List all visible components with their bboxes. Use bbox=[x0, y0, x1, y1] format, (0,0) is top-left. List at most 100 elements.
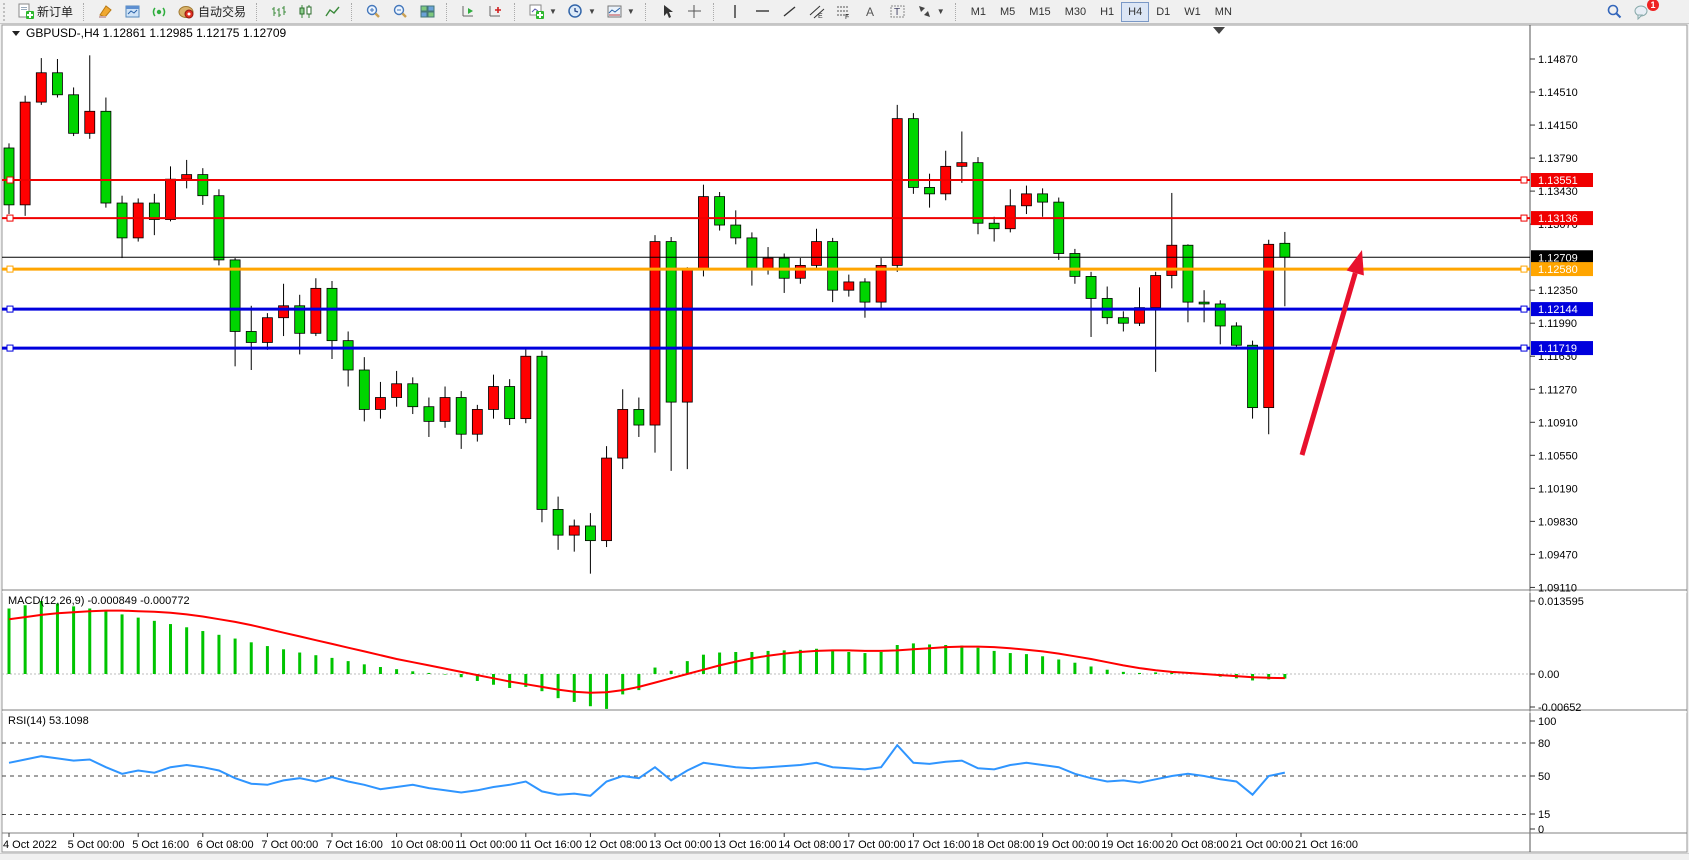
tab-timeframe-d1[interactable]: D1 bbox=[1149, 2, 1177, 22]
svg-text:50: 50 bbox=[1538, 771, 1550, 783]
svg-text:1.11990: 1.11990 bbox=[1538, 318, 1577, 330]
bars-icon bbox=[270, 3, 287, 20]
separator bbox=[446, 3, 452, 21]
chart-svg: GBPUSD-,H4 1.12861 1.12985 1.12175 1.127… bbox=[0, 24, 1689, 854]
line-chart-button[interactable] bbox=[319, 2, 346, 22]
svg-text:20 Oct 08:00: 20 Oct 08:00 bbox=[1166, 839, 1229, 851]
svg-text:1.13136: 1.13136 bbox=[1538, 213, 1578, 225]
tab-timeframe-m1[interactable]: M1 bbox=[964, 2, 993, 22]
macd-label: MACD(12,26,9) -0.000849 -0.000772 bbox=[8, 595, 190, 607]
svg-text:-0.00652: -0.00652 bbox=[1538, 702, 1581, 714]
crosshair-icon bbox=[686, 3, 703, 20]
equidistant-channel-icon: E bbox=[808, 3, 825, 20]
tab-timeframe-h1[interactable]: H1 bbox=[1093, 2, 1121, 22]
symbol-title: GBPUSD-,H4 1.12861 1.12985 1.12175 1.127… bbox=[26, 26, 287, 40]
svg-text:1.10550: 1.10550 bbox=[1538, 450, 1578, 462]
tab-timeframe-w1[interactable]: W1 bbox=[1177, 2, 1208, 22]
autoscroll-button[interactable] bbox=[455, 2, 482, 22]
svg-text:1.12580: 1.12580 bbox=[1538, 264, 1578, 276]
svg-text:14 Oct 08:00: 14 Oct 08:00 bbox=[778, 839, 841, 851]
hline-button[interactable] bbox=[749, 2, 776, 22]
crosshair-button[interactable] bbox=[681, 2, 708, 22]
bar-chart-button[interactable] bbox=[265, 2, 292, 22]
fibonacci-button[interactable]: F bbox=[830, 2, 857, 22]
tab-timeframe-mn[interactable]: MN bbox=[1208, 2, 1239, 22]
svg-text:19 Oct 16:00: 19 Oct 16:00 bbox=[1101, 839, 1164, 851]
zoom-out-icon bbox=[392, 3, 409, 20]
svg-text:T: T bbox=[894, 7, 900, 18]
tab-timeframe-h4[interactable]: H4 bbox=[1121, 2, 1149, 22]
svg-text:0.00: 0.00 bbox=[1538, 669, 1559, 681]
svg-text:17 Oct 16:00: 17 Oct 16:00 bbox=[907, 839, 970, 851]
svg-text:15: 15 bbox=[1538, 809, 1550, 821]
svg-text:1.13430: 1.13430 bbox=[1538, 186, 1578, 198]
toolbar-grip bbox=[3, 3, 9, 21]
svg-text:80: 80 bbox=[1538, 738, 1550, 750]
svg-text:6 Oct 08:00: 6 Oct 08:00 bbox=[197, 839, 254, 851]
chat-button[interactable]: 1 bbox=[1628, 2, 1655, 22]
chart-shift-button[interactable] bbox=[482, 2, 509, 22]
svg-text:1.10910: 1.10910 bbox=[1538, 417, 1578, 429]
chart-window-icon bbox=[124, 3, 141, 20]
separator bbox=[514, 3, 520, 21]
separator bbox=[256, 3, 262, 21]
cursor-button[interactable] bbox=[654, 2, 681, 22]
mt4-terminal: 新订单 自动交易 bbox=[0, 0, 1689, 860]
candle-chart-button[interactable] bbox=[292, 2, 319, 22]
svg-text:0: 0 bbox=[1538, 824, 1544, 836]
svg-text:17 Oct 00:00: 17 Oct 00:00 bbox=[843, 839, 906, 851]
trendline-icon bbox=[781, 3, 798, 20]
chevron-down-icon: ▼ bbox=[588, 7, 596, 16]
highlighter-icon bbox=[97, 3, 114, 20]
templates-button[interactable]: ▼ bbox=[601, 2, 640, 22]
vline-button[interactable] bbox=[722, 2, 749, 22]
signal-button[interactable] bbox=[146, 2, 173, 22]
channel-button[interactable]: E bbox=[803, 2, 830, 22]
autotrade-button[interactable]: 自动交易 bbox=[173, 2, 251, 22]
svg-text:1.14150: 1.14150 bbox=[1538, 120, 1578, 132]
new-chart-button[interactable]: ▼ bbox=[523, 2, 562, 22]
svg-text:1.10190: 1.10190 bbox=[1538, 483, 1578, 495]
zoom-in-button[interactable] bbox=[360, 2, 387, 22]
arrows-button[interactable]: ▼ bbox=[911, 2, 950, 22]
tile-windows-button[interactable] bbox=[414, 2, 441, 22]
chart-shift-icon bbox=[487, 3, 504, 20]
svg-text:21 Oct 16:00: 21 Oct 16:00 bbox=[1295, 839, 1358, 851]
search-button[interactable] bbox=[1601, 2, 1628, 22]
svg-text:F: F bbox=[845, 14, 849, 20]
highlighter-button[interactable] bbox=[92, 2, 119, 22]
tile-windows-icon bbox=[419, 3, 436, 20]
svg-text:18 Oct 08:00: 18 Oct 08:00 bbox=[972, 839, 1035, 851]
chart-canvas[interactable]: GBPUSD-,H4 1.12861 1.12985 1.12175 1.127… bbox=[0, 24, 1689, 854]
tab-timeframe-m15[interactable]: M15 bbox=[1022, 2, 1057, 22]
tab-timeframe-m5[interactable]: M5 bbox=[993, 2, 1022, 22]
periods-button[interactable]: ▼ bbox=[562, 2, 601, 22]
new-order-label: 新订单 bbox=[37, 3, 73, 20]
market-watch-button[interactable] bbox=[119, 2, 146, 22]
horizontal-line-icon bbox=[754, 3, 771, 20]
text-label-button[interactable]: T bbox=[884, 2, 911, 22]
candles-icon bbox=[297, 3, 314, 20]
chevron-down-icon: ▼ bbox=[627, 7, 635, 16]
text-button[interactable]: A bbox=[857, 2, 884, 22]
tab-timeframe-m30[interactable]: M30 bbox=[1058, 2, 1093, 22]
new-chart-icon bbox=[528, 3, 545, 20]
status-strip bbox=[0, 853, 1689, 860]
separator bbox=[955, 3, 961, 21]
new-order-button[interactable]: 新订单 bbox=[12, 2, 78, 22]
svg-text:10 Oct 08:00: 10 Oct 08:00 bbox=[391, 839, 454, 851]
svg-text:1.13551: 1.13551 bbox=[1538, 175, 1578, 187]
svg-text:5 Oct 00:00: 5 Oct 00:00 bbox=[68, 839, 125, 851]
separator bbox=[83, 3, 89, 21]
new-order-icon bbox=[17, 3, 34, 20]
separator bbox=[645, 3, 651, 21]
zoom-out-button[interactable] bbox=[387, 2, 414, 22]
main-toolbar: 新订单 自动交易 bbox=[0, 0, 1689, 24]
svg-text:A: A bbox=[866, 5, 874, 19]
svg-text:0.013595: 0.013595 bbox=[1538, 596, 1584, 608]
svg-text:13 Oct 00:00: 13 Oct 00:00 bbox=[649, 839, 712, 851]
svg-text:E: E bbox=[818, 13, 823, 20]
trendline-button[interactable] bbox=[776, 2, 803, 22]
svg-text:1.09830: 1.09830 bbox=[1538, 516, 1578, 528]
separator bbox=[713, 3, 719, 21]
